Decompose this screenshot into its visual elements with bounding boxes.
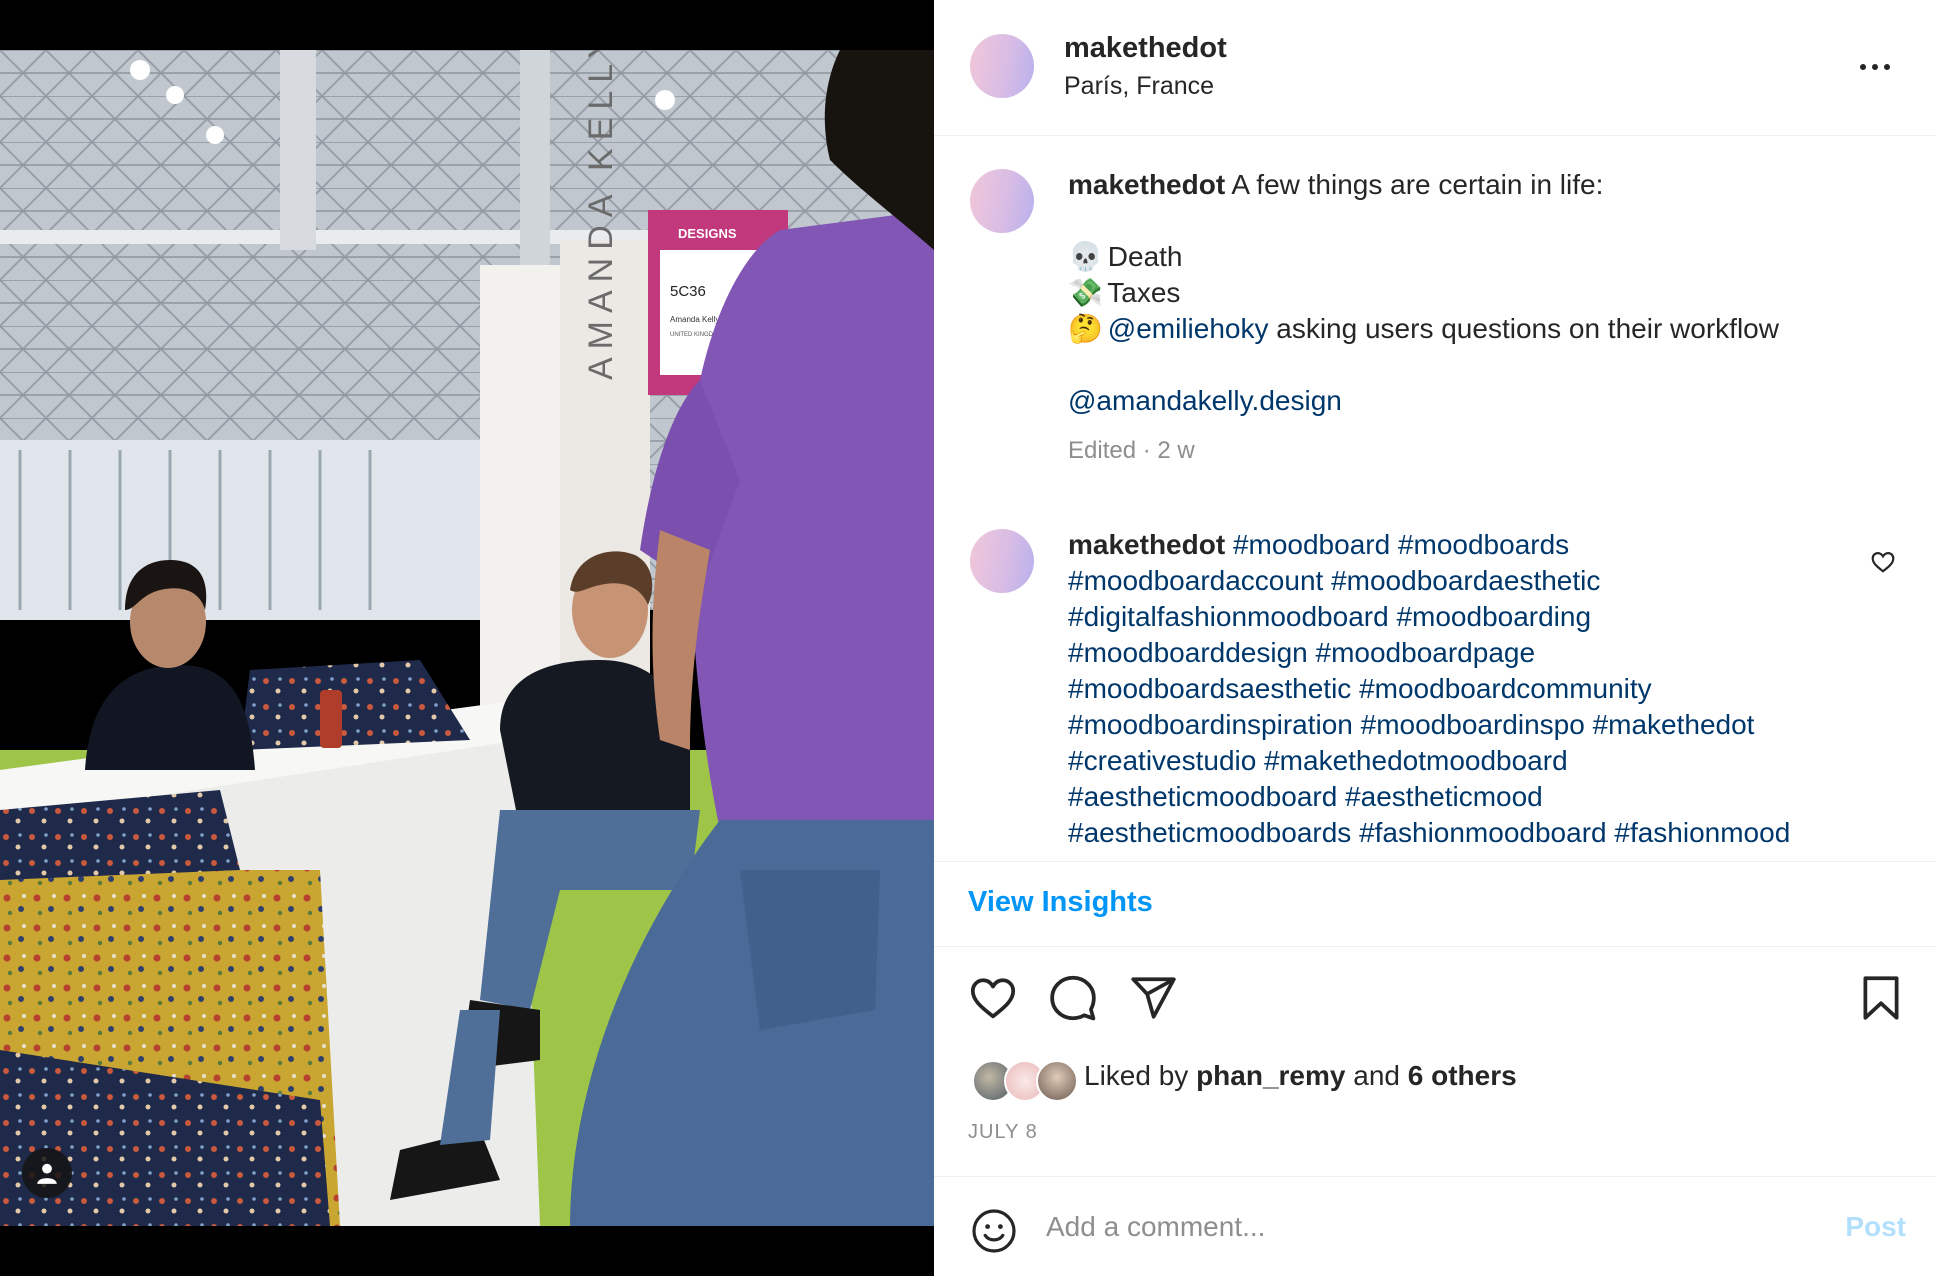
add-comment-form: Post xyxy=(934,1176,1936,1276)
hashtag-line[interactable]: #digitalfashionmoodboard #moodboarding xyxy=(1068,599,1858,635)
more-dot-icon xyxy=(1860,64,1866,70)
emoji-smiley-icon[interactable] xyxy=(970,1207,1018,1255)
post-actions xyxy=(934,947,1936,1047)
author-username[interactable]: makethedot xyxy=(1064,32,1227,65)
comment-avatar[interactable] xyxy=(970,529,1034,593)
liked-by-text: Liked by phan_remy and 6 others xyxy=(1084,1060,1517,1092)
caption-intro: A few things are certain in life: xyxy=(1231,169,1604,200)
caption-body: makethedot A few things are certain in l… xyxy=(1068,167,1858,469)
user-icon xyxy=(37,1163,57,1184)
post-media-panel: AMANDA KELLY DESIGNS 5C36 Amanda Kelly U… xyxy=(0,0,934,1276)
liker-avatar xyxy=(1036,1060,1078,1102)
author-avatar[interactable] xyxy=(970,34,1034,98)
likes-summary: Liked by phan_remy and 6 others xyxy=(934,1050,1936,1110)
tagged-users-button[interactable] xyxy=(22,1148,72,1198)
comment-input[interactable] xyxy=(1046,1201,1746,1253)
like-comment-heart-icon[interactable] xyxy=(1870,549,1896,575)
post-header: makethedot París, France xyxy=(934,0,1936,136)
liked-by-user[interactable]: phan_remy xyxy=(1196,1060,1345,1091)
more-dot-icon xyxy=(1884,64,1890,70)
insights-bar: View Insights xyxy=(934,861,1936,947)
hashtag-line[interactable]: #moodboardinspiration #moodboardinspo #m… xyxy=(1068,707,1858,743)
trade-show-photo: AMANDA KELLY DESIGNS 5C36 Amanda Kelly U… xyxy=(0,50,934,1226)
liked-by-others[interactable]: 6 others xyxy=(1408,1060,1517,1091)
mention-link[interactable]: @emiliehoky xyxy=(1108,313,1269,344)
money-wings-icon: 💸 xyxy=(1068,276,1103,309)
like-heart-icon[interactable] xyxy=(968,973,1018,1023)
hashtag-line[interactable]: #aestheticmoodboard #aestheticmood xyxy=(1068,779,1858,815)
caption-username[interactable]: makethedot xyxy=(1068,169,1225,200)
liked-by-and: and xyxy=(1353,1060,1400,1091)
comment-bubble-icon[interactable] xyxy=(1048,973,1098,1023)
caption-item-death: Death xyxy=(1107,241,1183,272)
post-photo[interactable]: AMANDA KELLY DESIGNS 5C36 Amanda Kelly U… xyxy=(0,50,934,1226)
liker-avatars[interactable] xyxy=(972,1060,1082,1102)
skull-icon: 💀 xyxy=(1068,240,1103,273)
post-detail-panel: makethedot París, France makethedot A fe… xyxy=(934,0,1936,1276)
view-insights-link[interactable]: View Insights xyxy=(968,886,1153,919)
caption-item-workflow: asking users questions on their workflow xyxy=(1276,313,1779,344)
hashtag-comment-body: makethedot #moodboard #moodboards #moodb… xyxy=(1068,527,1858,851)
comment-username[interactable]: makethedot xyxy=(1068,529,1225,560)
more-dot-icon xyxy=(1872,64,1878,70)
caption-meta: Edited · 2 w xyxy=(1068,437,1195,464)
sign-booth: 5C36 xyxy=(670,283,706,300)
caption-item-taxes: Taxes xyxy=(1107,277,1181,308)
sign-brand: DESIGNS xyxy=(678,226,737,241)
sign-name: Amanda Kelly xyxy=(670,315,719,324)
hashtag-line[interactable]: #moodboarddesign #moodboardpage xyxy=(1068,635,1858,671)
banner-text: AMANDA KELLY xyxy=(582,50,620,380)
post-location[interactable]: París, France xyxy=(1064,72,1214,101)
hashtag-line[interactable]: #aestheticmoodboards #fashionmoodboard #… xyxy=(1068,815,1858,851)
hashtag-line[interactable]: #moodboard #moodboards xyxy=(1233,529,1569,560)
more-options-button[interactable] xyxy=(1850,52,1900,82)
hashtag-line[interactable]: #creativestudio #makethedotmoodboard xyxy=(1068,743,1858,779)
caption-avatar[interactable] xyxy=(970,169,1034,233)
share-paper-plane-icon[interactable] xyxy=(1128,973,1178,1023)
thinking-face-icon: 🤔 xyxy=(1068,312,1103,345)
post-date[interactable]: JULY 8 xyxy=(968,1121,1038,1144)
post-comment-button[interactable]: Post xyxy=(1845,1211,1906,1243)
save-bookmark-icon[interactable] xyxy=(1856,973,1906,1023)
mention-footer-link[interactable]: @amandakelly.design xyxy=(1068,385,1342,416)
liked-by-prefix: Liked by xyxy=(1084,1060,1189,1091)
hashtag-line[interactable]: #moodboardaccount #moodboardaesthetic xyxy=(1068,563,1858,599)
comments-list[interactable]: makethedot A few things are certain in l… xyxy=(934,137,1936,861)
hashtag-line[interactable]: #moodboardsaesthetic #moodboardcommunity xyxy=(1068,671,1858,707)
